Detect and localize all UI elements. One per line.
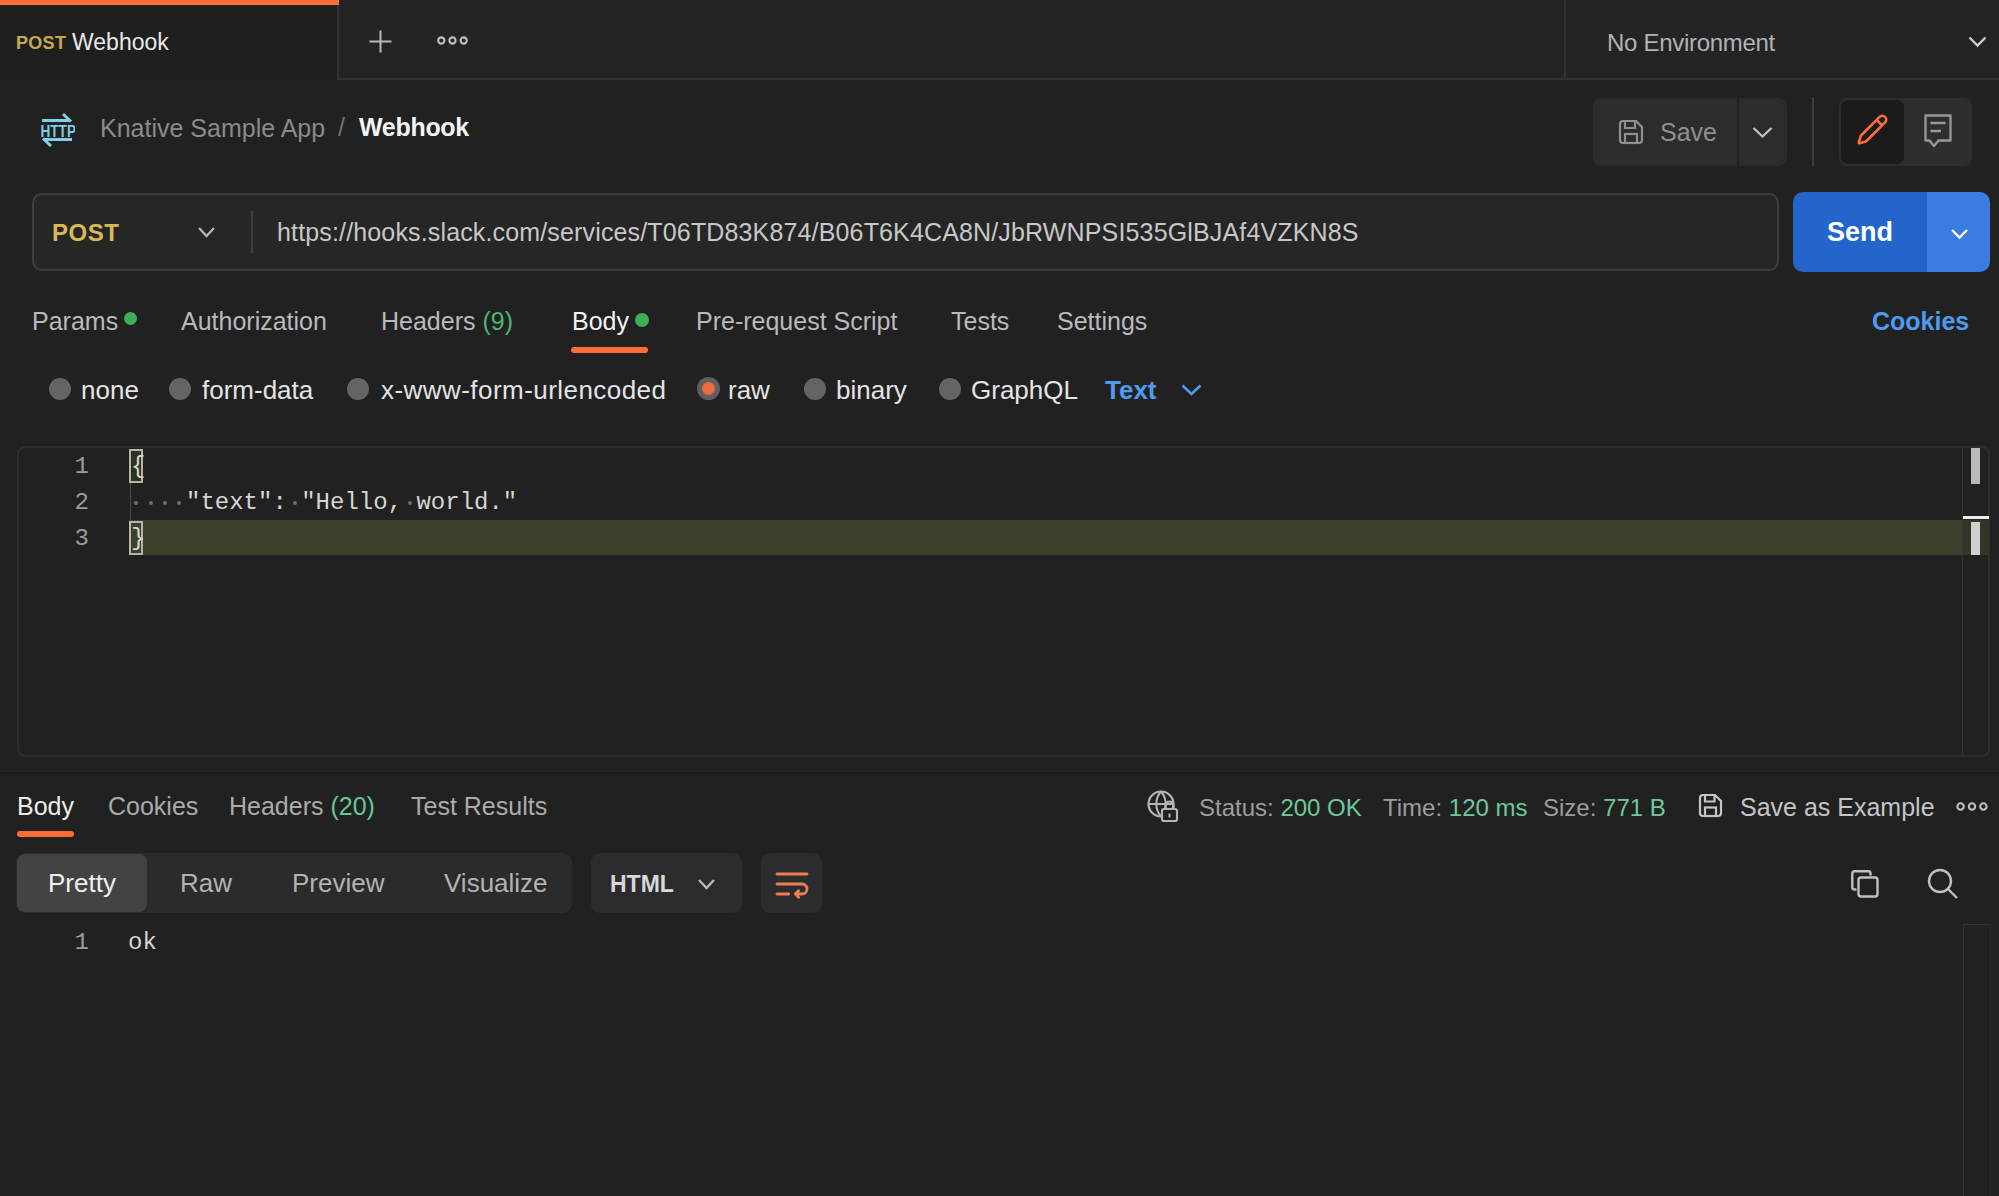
svg-text:HTTP: HTTP [41,121,76,140]
